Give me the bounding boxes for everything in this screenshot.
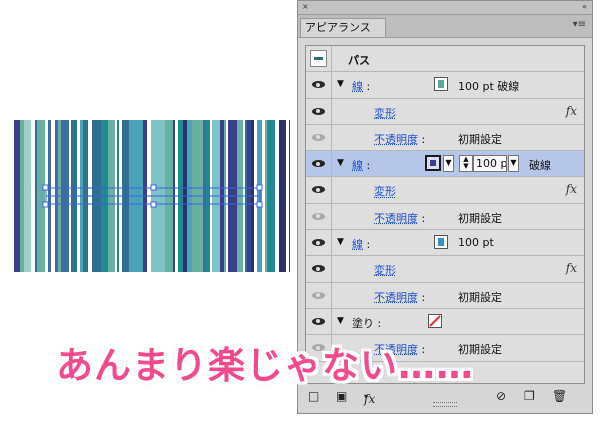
- disclosure-triangle-icon[interactable]: ▼: [337, 79, 344, 89]
- stripe: [37, 120, 45, 272]
- opacity-link[interactable]: 不透明度: [374, 133, 418, 146]
- stroke-row-1[interactable]: ▼ 線 : 100 pt 破線: [306, 72, 584, 99]
- eye-icon[interactable]: [312, 212, 325, 220]
- stroke-label[interactable]: 線: [352, 238, 363, 251]
- panel-menu-icon[interactable]: ▾≡: [573, 19, 586, 30]
- eye-icon[interactable]: [312, 133, 325, 141]
- stroke-style-value: 破線: [529, 159, 551, 173]
- close-icon[interactable]: ×: [302, 2, 309, 11]
- panel-title-bar[interactable]: × «: [298, 1, 592, 15]
- stripe: [14, 120, 20, 272]
- opacity-link[interactable]: 不透明度: [374, 291, 418, 304]
- fx-icon[interactable]: fx: [566, 261, 577, 275]
- overlay-caption: あんまり楽じゃない……: [56, 344, 474, 387]
- tab-appearance[interactable]: アピアランス: [300, 18, 386, 37]
- effect-transform-link[interactable]: 変形: [374, 262, 396, 278]
- panel-tab-row: アピアランス ▾≡: [298, 15, 592, 38]
- swatch-color-3: [430, 160, 436, 167]
- effect-row-1[interactable]: 変形 fx: [306, 98, 584, 125]
- effect-transform-link[interactable]: 変形: [374, 105, 396, 121]
- stripe: [289, 120, 290, 272]
- opacity-value: 初期設定: [458, 132, 502, 146]
- disclosure-triangle-icon[interactable]: ▼: [337, 158, 344, 168]
- swatch-color-0: [438, 80, 444, 89]
- fill-row[interactable]: ▼ 塗り :: [306, 308, 584, 336]
- stripe: [20, 120, 24, 272]
- opacity-link[interactable]: 不透明度: [374, 212, 418, 225]
- opacity-value: 初期設定: [458, 211, 502, 225]
- eye-icon[interactable]: [312, 81, 325, 89]
- effect-transform-link[interactable]: 変形: [374, 183, 396, 199]
- trash-icon[interactable]: 🗑: [552, 389, 567, 403]
- effect-row-3[interactable]: 変形 fx: [306, 256, 584, 283]
- disclosure-triangle-icon[interactable]: ▼: [337, 237, 344, 247]
- eye-icon[interactable]: [312, 317, 325, 325]
- stripe: [26, 120, 31, 272]
- opacity-row-3[interactable]: 不透明度 : 初期設定: [306, 282, 584, 309]
- eye-icon[interactable]: [312, 265, 325, 273]
- stripe: [279, 120, 286, 272]
- stroke-value: 100 pt 破線: [458, 80, 520, 94]
- opacity-value: 初期設定: [458, 290, 502, 304]
- stripe: [267, 120, 275, 272]
- fx-icon[interactable]: fx: [566, 182, 577, 196]
- swatch-color-6: [438, 238, 444, 247]
- stroke-value: 100 pt: [458, 236, 494, 250]
- stroke-swatch[interactable]: [434, 77, 448, 92]
- swatch-color-9: [429, 315, 441, 327]
- color-dropdown-arrow-icon[interactable]: ▼: [443, 155, 454, 173]
- eye-icon[interactable]: [312, 160, 325, 168]
- eye-icon[interactable]: [312, 186, 325, 194]
- effect-row-2[interactable]: 変形 fx: [306, 177, 584, 204]
- path-thumbnail-icon: [310, 50, 327, 67]
- resize-grip[interactable]: [433, 402, 457, 407]
- stroke-label[interactable]: 線: [352, 159, 363, 172]
- stroke-weight-input[interactable]: 100 p: [473, 155, 507, 173]
- eye-icon[interactable]: [312, 291, 325, 299]
- fill-swatch-none[interactable]: [428, 313, 442, 328]
- stroke-color-picker[interactable]: [425, 155, 441, 172]
- weight-dropdown-arrow-icon[interactable]: ▼: [508, 155, 519, 173]
- opacity-row-2[interactable]: 不透明度 : 初期設定: [306, 203, 584, 231]
- weight-stepper-icon[interactable]: ▲ ▼: [459, 155, 473, 173]
- selection-bounding-box[interactable]: [42, 184, 263, 208]
- appearance-header-row[interactable]: パス: [306, 46, 584, 73]
- object-type-label: パス: [348, 54, 370, 67]
- opacity-row-1[interactable]: 不透明度 : 初期設定: [306, 124, 584, 152]
- stroke-row-2-selected[interactable]: ▼ 線 : ▼ ▲ ▼ 100 p ▼ 破線: [306, 151, 584, 178]
- eye-icon[interactable]: [312, 239, 325, 247]
- fx-icon[interactable]: fx: [566, 104, 577, 118]
- stroke-row-3[interactable]: ▼ 線 : 100 pt: [306, 230, 584, 257]
- stripe: [24, 120, 26, 272]
- disclosure-triangle-icon[interactable]: ▼: [337, 316, 344, 326]
- stripe: [265, 120, 267, 272]
- stroke-label[interactable]: 線: [352, 80, 363, 93]
- fill-label: 塗り: [352, 316, 374, 330]
- appearance-list: パス ▼ 線 : 100 pt 破線 変形 fx 不透明度 : 初期設定 ▼ 線…: [305, 45, 585, 384]
- collapse-icon[interactable]: «: [582, 2, 587, 11]
- eye-icon[interactable]: [312, 107, 325, 115]
- stripe: [35, 120, 37, 272]
- stroke-swatch[interactable]: [434, 235, 448, 250]
